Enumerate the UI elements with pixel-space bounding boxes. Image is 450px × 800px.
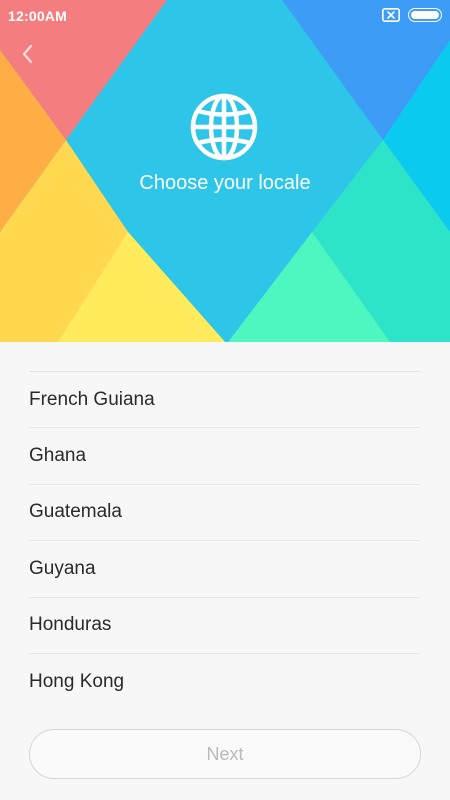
next-button[interactable]: Next [29, 729, 421, 779]
status-icons [382, 8, 442, 22]
battery-icon [408, 8, 442, 22]
decorative-triangles [0, 0, 450, 342]
list-item[interactable]: Guyana [29, 541, 420, 598]
locale-list: French Guiana Ghana Guatemala Guyana Hon… [29, 371, 420, 710]
page-title: Choose your locale [139, 172, 311, 194]
list-item[interactable]: Hong Kong [29, 654, 420, 710]
list-item[interactable]: Guatemala [29, 485, 420, 542]
list-item[interactable]: Honduras [29, 598, 420, 654]
status-bar: 12:00AM [0, 0, 450, 32]
chevron-left-icon[interactable] [16, 40, 40, 68]
globe-icon [190, 93, 258, 161]
status-time: 12:00AM [8, 8, 67, 24]
list-item[interactable]: Ghana [29, 428, 420, 485]
list-item[interactable]: French Guiana [29, 372, 420, 429]
battery-level [411, 11, 439, 19]
header-banner: 12:00AM Choose your locale [0, 0, 450, 342]
no-sim-icon [382, 8, 400, 22]
